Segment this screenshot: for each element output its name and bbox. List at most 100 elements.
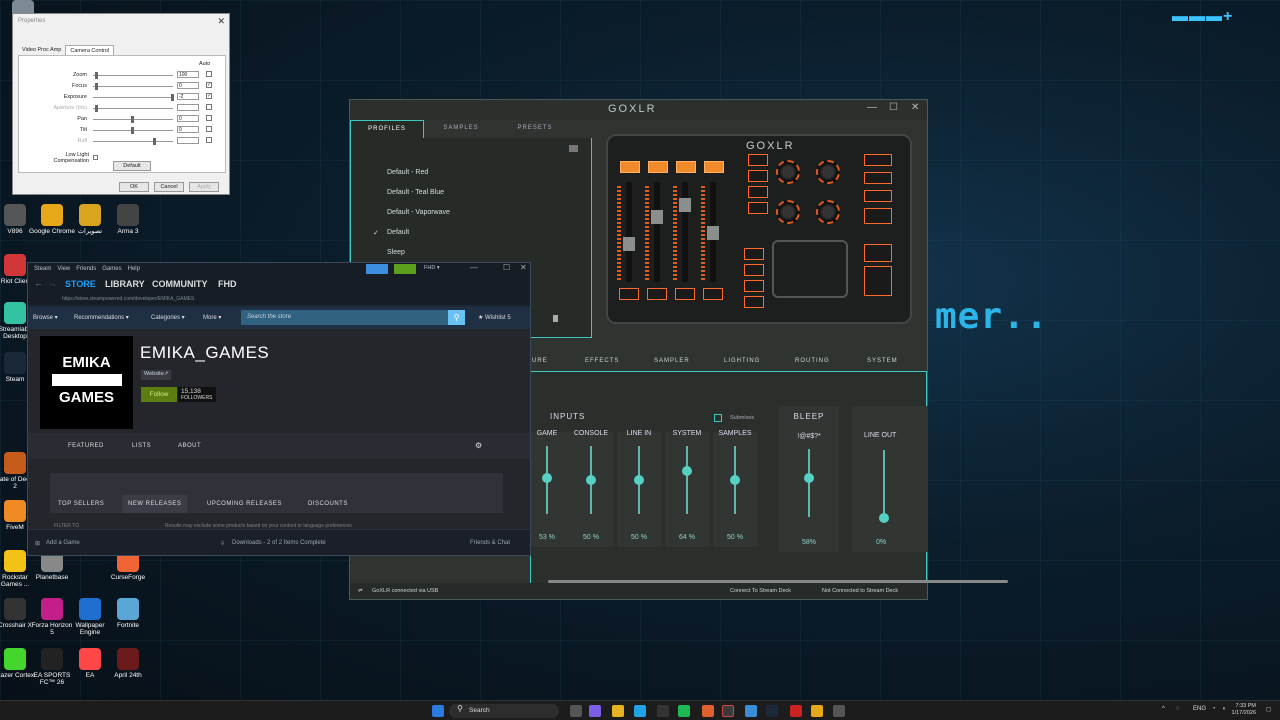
auto-checkbox[interactable]: ✓ — [206, 93, 212, 99]
menu-steam[interactable]: Steam — [34, 266, 51, 272]
back-arrow-icon[interactable]: ← — [34, 278, 43, 288]
line-out-slider-handle[interactable] — [879, 513, 889, 523]
property-slider[interactable] — [93, 116, 173, 123]
maximize-icon[interactable]: ☐ — [889, 102, 898, 113]
start-icon[interactable] — [432, 705, 444, 717]
property-slider[interactable] — [93, 127, 173, 134]
tab-samples[interactable]: SAMPLES — [424, 120, 498, 138]
property-value[interactable]: 0 — [177, 126, 199, 133]
device-button[interactable] — [864, 244, 892, 262]
property-slider[interactable] — [93, 83, 173, 90]
ok-button[interactable]: OK — [119, 182, 149, 192]
steam-taskbar-icon[interactable] — [766, 705, 778, 717]
wishlist-button[interactable]: ★ Wishlist 5 — [478, 314, 511, 321]
fader-cap[interactable] — [679, 198, 691, 212]
channel-slider-handle[interactable] — [542, 473, 552, 483]
menu-view[interactable]: View — [57, 266, 70, 272]
tab-system[interactable]: SYSTEM — [867, 358, 898, 364]
tab-profiles[interactable]: PROFILES — [350, 120, 424, 138]
mic-button[interactable] — [864, 266, 892, 296]
mute-button[interactable] — [647, 288, 667, 300]
language-indicator[interactable]: ENG — [1193, 706, 1206, 712]
device-button[interactable] — [864, 190, 892, 202]
nav-store[interactable]: STORE — [65, 279, 96, 289]
clock[interactable]: 7:33 PM 1/17/2026 — [1232, 703, 1256, 717]
property-slider[interactable] — [93, 72, 173, 79]
device-button[interactable] — [748, 170, 768, 182]
slider-thumb[interactable] — [153, 138, 156, 145]
maximize-icon[interactable]: ☐ — [503, 263, 510, 272]
bleep-slider-handle[interactable] — [804, 472, 814, 483]
trash-icon[interactable] — [553, 315, 558, 322]
website-link[interactable]: Website↗ — [141, 370, 172, 380]
device-fader[interactable] — [679, 182, 691, 282]
volume-icon[interactable]: ◖ — [1222, 706, 1226, 712]
tab-featured[interactable]: FEATURED — [68, 443, 104, 449]
auto-checkbox[interactable] — [206, 115, 212, 121]
friends-chat-button[interactable]: Friends & Chat — [470, 540, 510, 546]
menu-friends[interactable]: Friends — [76, 266, 96, 272]
sampler-pad[interactable] — [772, 240, 848, 298]
slider-thumb[interactable] — [95, 105, 98, 112]
notification-icon[interactable]: ◻ — [1266, 706, 1271, 713]
property-slider[interactable] — [93, 138, 173, 145]
device-button[interactable] — [744, 248, 764, 260]
tab-lists[interactable]: LISTS — [132, 443, 151, 449]
tab-top-sellers[interactable]: TOP SELLERS — [58, 501, 104, 507]
store-menu-browse[interactable]: Browse ▾ — [33, 314, 58, 321]
file-explorer-icon[interactable] — [612, 705, 624, 717]
nav-profile[interactable]: FHD — [218, 279, 237, 289]
low-light-checkbox[interactable] — [93, 155, 98, 160]
property-slider[interactable] — [93, 94, 174, 101]
store-menu-more[interactable]: More ▾ — [203, 314, 221, 321]
device-fader[interactable] — [651, 182, 663, 282]
tab-mic-partial[interactable]: URE — [532, 358, 548, 364]
close-icon[interactable]: ✕ — [217, 16, 225, 27]
profile-item[interactable]: Default - Teal Blue — [387, 189, 444, 196]
notification-bell-icon[interactable] — [394, 264, 416, 274]
broadcast-icon[interactable] — [366, 264, 388, 274]
folder-icon[interactable] — [569, 145, 578, 152]
auto-checkbox[interactable] — [206, 137, 212, 143]
profile-item[interactable]: Default - Red — [387, 169, 428, 176]
tab-presets[interactable]: PRESETS — [498, 120, 572, 138]
fader-cap[interactable] — [651, 210, 663, 224]
channel-slider-handle[interactable] — [634, 475, 644, 485]
app-icon[interactable] — [745, 705, 757, 717]
cancel-button[interactable]: Cancel — [154, 182, 184, 192]
mute-button[interactable] — [703, 288, 723, 300]
property-value[interactable]: 0 — [177, 82, 199, 89]
task-view-icon[interactable] — [570, 705, 582, 717]
device-button[interactable] — [748, 186, 768, 198]
device-button[interactable] — [744, 280, 764, 292]
property-value[interactable]: 0 — [177, 115, 199, 122]
device-button[interactable] — [748, 202, 768, 214]
property-value[interactable] — [177, 137, 199, 144]
tab-sampler[interactable]: SAMPLER — [654, 358, 690, 364]
store-menu-recommendations[interactable]: Recommendations ▾ — [74, 314, 129, 321]
search-icon[interactable]: ⚲ — [448, 310, 465, 325]
device-button[interactable] — [748, 154, 768, 166]
tab-discounts[interactable]: DISCOUNTS — [308, 501, 348, 507]
device-knob[interactable] — [776, 160, 800, 184]
store-menu-categories[interactable]: Categories ▾ — [151, 314, 185, 321]
auto-checkbox[interactable] — [206, 104, 212, 110]
slider-thumb[interactable] — [95, 72, 98, 79]
menu-games[interactable]: Games — [102, 266, 121, 272]
close-icon[interactable]: ✕ — [911, 102, 919, 113]
properties-taskbar-icon[interactable] — [833, 705, 845, 717]
menu-help[interactable]: Help — [128, 266, 140, 272]
property-value[interactable]: 100 — [177, 71, 199, 78]
follow-button[interactable]: Follow — [141, 387, 177, 402]
tab-upcoming-releases[interactable]: UPCOMING RELEASES — [207, 501, 282, 507]
property-value[interactable]: -2 — [177, 93, 199, 100]
nav-library[interactable]: LIBRARY — [105, 279, 145, 289]
device-button[interactable] — [864, 154, 892, 166]
minimize-icon[interactable]: — — [867, 102, 877, 113]
device-fader[interactable] — [707, 182, 719, 282]
apply-button[interactable]: Apply — [189, 182, 219, 192]
chrome-icon[interactable] — [811, 705, 823, 717]
tab-effects[interactable]: EFFECTS — [585, 358, 619, 364]
capcut-icon[interactable] — [657, 705, 669, 717]
auto-checkbox[interactable]: ✓ — [206, 82, 212, 88]
